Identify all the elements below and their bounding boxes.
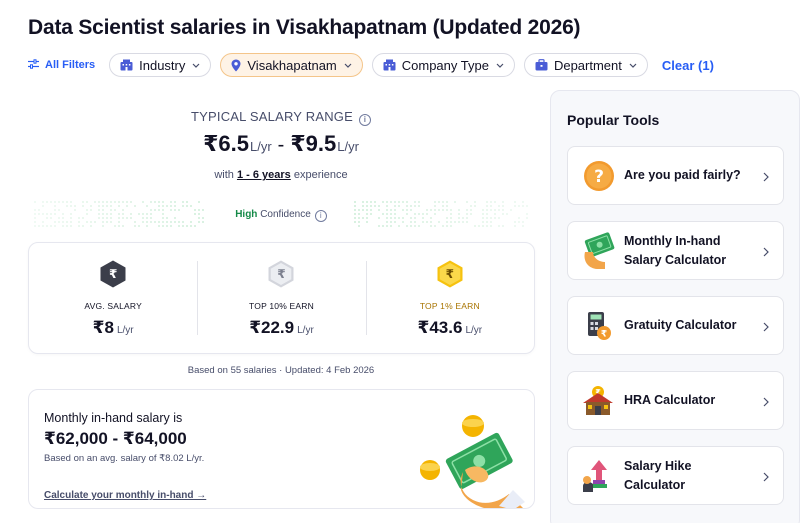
confidence-level: High bbox=[235, 209, 258, 220]
page-title: Data Scientist salaries in Visakhapatnam… bbox=[28, 16, 581, 39]
confidence-indicator: High Confidence i bbox=[0, 209, 562, 222]
currency-symbol: ₹ bbox=[290, 131, 306, 156]
building-icon bbox=[120, 59, 133, 71]
tool-hra-calculator[interactable]: ₹ HRA Calculator bbox=[567, 371, 784, 430]
stat-label: AVG. SALARY bbox=[84, 301, 142, 311]
chevron-down-icon bbox=[192, 63, 200, 68]
hike-arrow-icon bbox=[580, 457, 618, 495]
chevron-down-icon bbox=[344, 63, 352, 68]
house-icon: ₹ bbox=[580, 382, 618, 420]
experience-suffix: experience bbox=[293, 169, 348, 181]
calculate-inhand-link[interactable]: Calculate your monthly in-hand → bbox=[44, 490, 206, 501]
tool-paid-fairly[interactable]: ? Are you paid fairly? bbox=[567, 146, 784, 205]
chevron-down-icon bbox=[629, 63, 637, 68]
chevron-right-icon bbox=[763, 394, 769, 412]
company-type-chip-label: Company Type bbox=[401, 57, 489, 73]
location-chip-label: Visakhapatnam bbox=[247, 57, 337, 73]
confidence-word: Confidence bbox=[260, 209, 311, 220]
calculator-icon: ₹ bbox=[580, 307, 618, 345]
salary-stats-card: ₹ AVG. SALARY ₹8 L/yr ₹ TOP 10% EARN ₹22.… bbox=[28, 242, 535, 354]
tool-label: HRA Calculator bbox=[624, 393, 716, 407]
info-icon[interactable]: i bbox=[314, 210, 327, 222]
inhand-salary-card: Monthly in-hand salary is ₹62,000 - ₹64,… bbox=[28, 389, 535, 509]
inhand-note: Based on an avg. salary of ₹8.02 L/yr. bbox=[44, 453, 205, 464]
svg-text:₹: ₹ bbox=[601, 329, 607, 339]
tool-label: Monthly In-hand Salary Calculator bbox=[624, 233, 727, 267]
chevron-down-icon bbox=[496, 63, 504, 68]
rupee-hex-icon: ₹ bbox=[100, 260, 126, 288]
stat-value: ₹43.6 L/yr bbox=[418, 318, 483, 338]
top-1-stat: ₹ TOP 1% EARN ₹43.6 L/yr bbox=[365, 243, 534, 353]
all-filters-label: All Filters bbox=[45, 59, 96, 71]
rupee-hex-icon: ₹ bbox=[268, 260, 294, 288]
avg-salary-stat: ₹ AVG. SALARY ₹8 L/yr bbox=[29, 243, 197, 353]
tool-gratuity-calculator[interactable]: ₹ Gratuity Calculator bbox=[567, 296, 784, 355]
industry-chip-label: Industry bbox=[139, 57, 186, 73]
location-pin-icon bbox=[231, 59, 241, 72]
industry-filter-chip[interactable]: Industry bbox=[109, 53, 212, 77]
top-10-stat: ₹ TOP 10% EARN ₹22.9 L/yr bbox=[197, 243, 365, 353]
chevron-right-icon bbox=[763, 244, 769, 262]
stat-amount: ₹22.9 bbox=[249, 318, 295, 337]
chevron-right-icon bbox=[763, 319, 769, 337]
chevron-right-icon bbox=[763, 169, 769, 187]
stat-amount: ₹43.6 bbox=[417, 318, 463, 337]
inhand-title: Monthly in-hand salary is bbox=[44, 411, 183, 425]
typical-salary-heading: TYPICAL SALARY RANGE i bbox=[0, 109, 562, 126]
stat-label: TOP 10% EARN bbox=[249, 301, 314, 311]
tool-salary-hike-calculator[interactable]: Salary Hike Calculator bbox=[567, 446, 784, 505]
salary-high: 9.5 bbox=[305, 131, 337, 156]
experience-line: with 1 - 6 years experience bbox=[0, 169, 562, 181]
sidebar-title: Popular Tools bbox=[567, 112, 660, 128]
building-icon bbox=[383, 59, 396, 71]
inhand-range: ₹62,000 - ₹64,000 bbox=[44, 429, 187, 448]
popular-tools-sidebar: Popular Tools ? Are you paid fairly? Mon… bbox=[550, 90, 800, 523]
currency-symbol: ₹ bbox=[203, 131, 219, 156]
department-filter-chip[interactable]: Department bbox=[523, 53, 648, 77]
salary-unit: L/yr bbox=[337, 139, 359, 154]
filter-sliders-icon bbox=[28, 58, 45, 72]
stat-value: ₹8 L/yr bbox=[93, 318, 134, 338]
typical-salary-label: TYPICAL SALARY RANGE bbox=[191, 109, 353, 124]
stat-unit: L/yr bbox=[116, 325, 134, 336]
salary-range: ₹6.5L/yr - ₹9.5L/yr bbox=[0, 131, 562, 157]
range-dash: - bbox=[277, 134, 285, 156]
stat-unit: L/yr bbox=[297, 325, 314, 336]
location-filter-chip[interactable]: Visakhapatnam bbox=[220, 53, 363, 77]
salary-low: 6.5 bbox=[218, 131, 249, 156]
tool-label: Salary Hike Calculator bbox=[624, 458, 692, 492]
cash-hand-illustration bbox=[420, 415, 525, 508]
company-type-filter-chip[interactable]: Company Type bbox=[371, 53, 515, 77]
department-chip-label: Department bbox=[553, 57, 622, 73]
all-filters-button[interactable]: All Filters bbox=[28, 58, 96, 72]
rupee-hex-icon: ₹ bbox=[437, 260, 463, 288]
stat-value: ₹22.9 L/yr bbox=[249, 318, 314, 338]
experience-range-link[interactable]: 1 - 6 years bbox=[237, 169, 291, 181]
salary-unit: L/yr bbox=[249, 139, 272, 154]
briefcase-icon bbox=[535, 59, 548, 71]
tool-inhand-calculator[interactable]: Monthly In-hand Salary Calculator bbox=[567, 221, 784, 280]
stat-unit: L/yr bbox=[465, 325, 483, 336]
based-on-note: Based on 55 salaries · Updated: 4 Feb 20… bbox=[187, 365, 375, 376]
svg-text:?: ? bbox=[594, 167, 604, 187]
stat-amount: ₹8 bbox=[92, 318, 114, 337]
tool-label: Are you paid fairly? bbox=[624, 168, 741, 182]
chevron-right-icon bbox=[763, 469, 769, 487]
stat-label: TOP 1% EARN bbox=[419, 301, 480, 311]
filter-bar: All Filters Industry Visakhapatnam Compa… bbox=[28, 53, 714, 77]
cash-hand-icon bbox=[580, 231, 618, 270]
question-icon: ? bbox=[580, 157, 618, 195]
tool-label: Gratuity Calculator bbox=[624, 318, 737, 332]
experience-prefix: with bbox=[214, 169, 234, 181]
clear-filters-link[interactable]: Clear (1) bbox=[662, 58, 714, 73]
info-icon[interactable]: i bbox=[359, 114, 371, 126]
